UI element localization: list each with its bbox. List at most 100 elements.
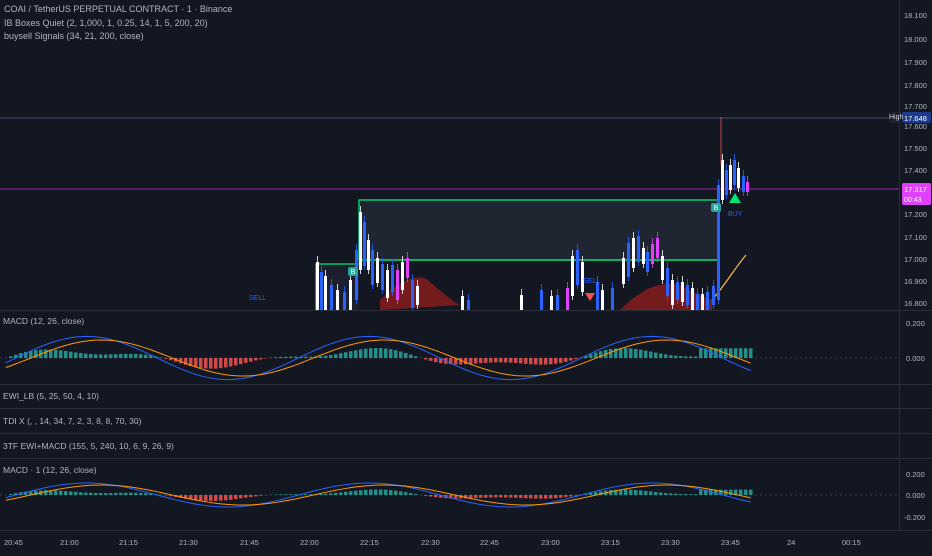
histogram-bar	[194, 358, 198, 367]
price-tick: 17.700	[904, 102, 927, 111]
macd-pane-1[interactable]	[0, 311, 899, 384]
candle-body	[646, 252, 649, 272]
histogram-bar	[44, 349, 48, 358]
histogram-bar	[404, 492, 408, 495]
histogram-bar	[429, 495, 433, 497]
histogram-bar	[104, 354, 108, 358]
histogram-bar	[664, 354, 668, 358]
tf-ewi-label[interactable]: 3TF EWI+MACD (155, 5, 240, 10, 6, 9, 26,…	[3, 441, 174, 451]
histogram-bar	[484, 358, 488, 363]
time-tick: 21:30	[179, 538, 198, 547]
histogram-bar	[224, 495, 228, 500]
histogram-bar	[89, 354, 93, 358]
histogram-bar	[639, 490, 643, 495]
histogram-bar	[679, 494, 683, 495]
histogram-bar	[384, 490, 388, 495]
histogram-bar	[399, 352, 403, 358]
histogram-bar	[259, 358, 263, 359]
histogram-bar	[164, 358, 168, 359]
histogram-bar	[304, 357, 308, 358]
price-chart[interactable]: B B SELL SELL BUY	[0, 0, 899, 310]
histogram-bar	[109, 354, 113, 358]
ewi-label[interactable]: EWI_LB (5, 25, 50, 4, 10)	[3, 391, 99, 401]
macd2-label[interactable]: MACD · 1 (12, 26, close)	[3, 465, 97, 475]
histogram-bar	[564, 495, 568, 497]
histogram-bar	[504, 495, 508, 497]
time-tick: 23:30	[661, 538, 680, 547]
pane-divider[interactable]	[0, 433, 932, 434]
candle-body	[550, 296, 553, 310]
histogram-bar	[329, 493, 333, 495]
chart-app: B B SELL SELL BUY COAI / TetherUS PERPET…	[0, 0, 932, 550]
histogram-bar	[534, 358, 538, 365]
histogram-bar	[689, 494, 693, 495]
price-scale[interactable]: 18.100 18.000 17.900 17.800 17.700 17.60…	[899, 0, 932, 530]
indicator-ib-boxes[interactable]: IB Boxes Quiet (2, 1,000, 1, 0.25, 14, 1…	[4, 18, 208, 28]
candle-body	[706, 292, 709, 310]
histogram-bar	[339, 492, 343, 495]
histogram-bar	[119, 493, 123, 495]
histogram-bar	[689, 356, 693, 358]
time-tick: 22:15	[360, 538, 379, 547]
candle-body	[746, 182, 749, 192]
histogram-bar	[239, 495, 243, 498]
histogram-bar	[504, 358, 508, 362]
histogram-bar	[674, 494, 678, 495]
candle-body	[461, 296, 464, 310]
histogram-bar	[129, 493, 133, 495]
pane-divider[interactable]	[0, 384, 932, 385]
buy-label: BUY	[728, 211, 743, 218]
histogram-bar	[329, 355, 333, 358]
candle-body	[391, 265, 394, 292]
histogram-bar	[114, 493, 118, 495]
histogram-bar	[84, 354, 88, 358]
histogram-bar	[354, 350, 358, 358]
histogram-bar	[659, 493, 663, 495]
pane-divider[interactable]	[0, 408, 932, 409]
macd1-label[interactable]: MACD (12, 26, close)	[3, 316, 84, 326]
tdi-label[interactable]: TDI X (, , 14, 34, 7, 2, 3, 8, 8, 70, 30…	[3, 416, 141, 426]
histogram-bar	[334, 493, 338, 495]
time-scale[interactable]: 20:45 21:00 21:15 21:30 21:45 22:00 22:1…	[0, 530, 932, 551]
histogram-bar	[244, 358, 248, 363]
buy-arrow	[729, 193, 741, 203]
histogram-bar	[54, 490, 58, 495]
histogram-bar	[94, 493, 98, 495]
histogram-bar	[634, 349, 638, 358]
histogram-bar	[749, 490, 753, 495]
candle-body	[330, 285, 333, 310]
histogram-bar	[84, 493, 88, 495]
candle-body	[320, 272, 323, 310]
symbol-title[interactable]: COAI / TetherUS PERPETUAL CONTRACT · 1 ·…	[4, 4, 232, 14]
histogram-bar	[499, 358, 503, 362]
histogram-bar	[739, 490, 743, 495]
candle-body	[622, 258, 625, 284]
histogram-bar	[524, 358, 528, 364]
bar-countdown: 00:43	[904, 197, 922, 204]
histogram-bar	[9, 356, 13, 358]
histogram-bar	[684, 356, 688, 358]
candle-body	[401, 262, 404, 290]
histogram-bar	[334, 354, 338, 358]
histogram-bar	[644, 351, 648, 358]
candle-body	[316, 262, 319, 310]
histogram-bar	[134, 354, 138, 358]
histogram-bar	[119, 354, 123, 358]
histogram-bar	[664, 493, 668, 495]
candle-body	[651, 244, 654, 264]
histogram-bar	[304, 494, 308, 495]
histogram-bar	[559, 495, 563, 498]
indicator-buysell[interactable]: buysell Signals (34, 21, 200, close)	[4, 31, 144, 41]
price-tick: 17.900	[904, 58, 927, 67]
histogram-bar	[649, 352, 653, 358]
histogram-bar	[199, 358, 203, 368]
histogram-bar	[549, 358, 553, 364]
histogram-bar	[549, 495, 553, 499]
candle-body	[540, 290, 543, 310]
histogram-bar	[254, 358, 258, 360]
histogram-bar	[509, 495, 513, 498]
macd-pane-2[interactable]	[0, 459, 899, 530]
histogram-bar	[659, 354, 663, 358]
histogram-bar	[534, 495, 538, 499]
price-tick: 17.200	[904, 210, 927, 219]
